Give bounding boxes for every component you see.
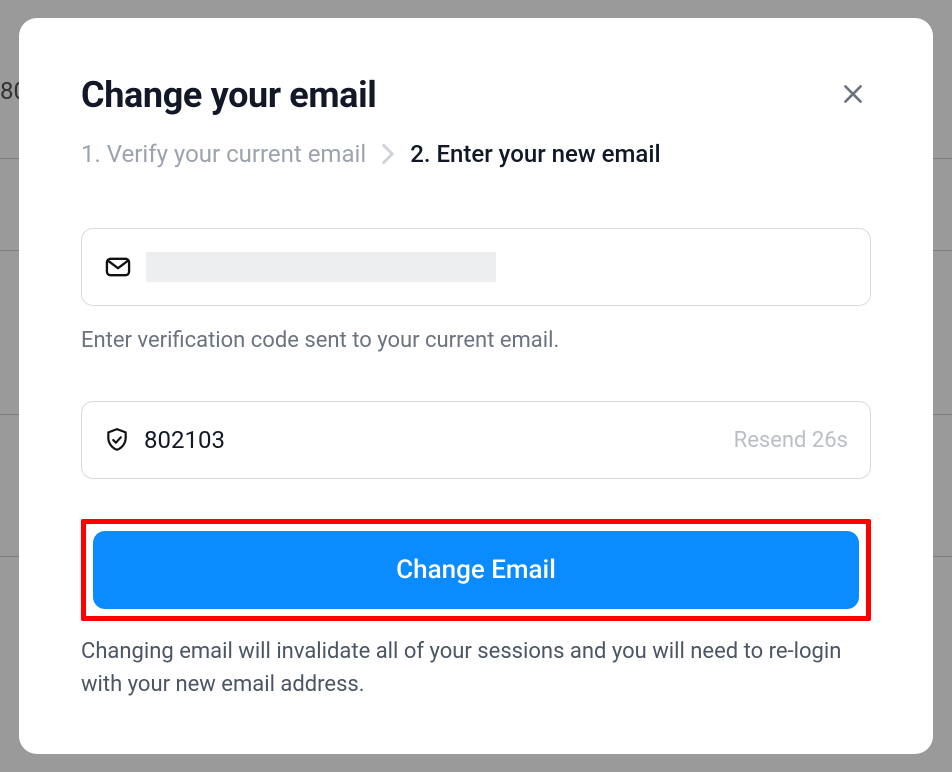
session-warning-text: Changing email will invalidate all of yo… [81, 635, 871, 701]
change-email-modal: Change your email 1. Verify your current… [19, 18, 933, 754]
highlight-annotation: Change Email [81, 519, 871, 621]
chevron-right-icon [382, 144, 394, 164]
resend-code-button[interactable]: Resend 26s [734, 428, 848, 453]
email-value-redacted [146, 252, 496, 282]
shield-check-icon [104, 427, 130, 453]
close-icon [840, 81, 866, 110]
verification-code-input[interactable] [144, 426, 720, 454]
current-email-field[interactable] [81, 228, 871, 306]
close-button[interactable] [835, 77, 871, 113]
verification-code-field-wrap: Resend 26s [81, 401, 871, 479]
modal-title: Change your email [81, 74, 376, 116]
step-2-label: 2. Enter your new email [410, 140, 660, 168]
verification-helper-text: Enter verification code sent to your cur… [81, 328, 871, 353]
mail-icon [104, 253, 132, 281]
step-breadcrumb: 1. Verify your current email 2. Enter yo… [81, 140, 871, 168]
step-1-label: 1. Verify your current email [81, 140, 366, 168]
change-email-button[interactable]: Change Email [93, 531, 859, 609]
